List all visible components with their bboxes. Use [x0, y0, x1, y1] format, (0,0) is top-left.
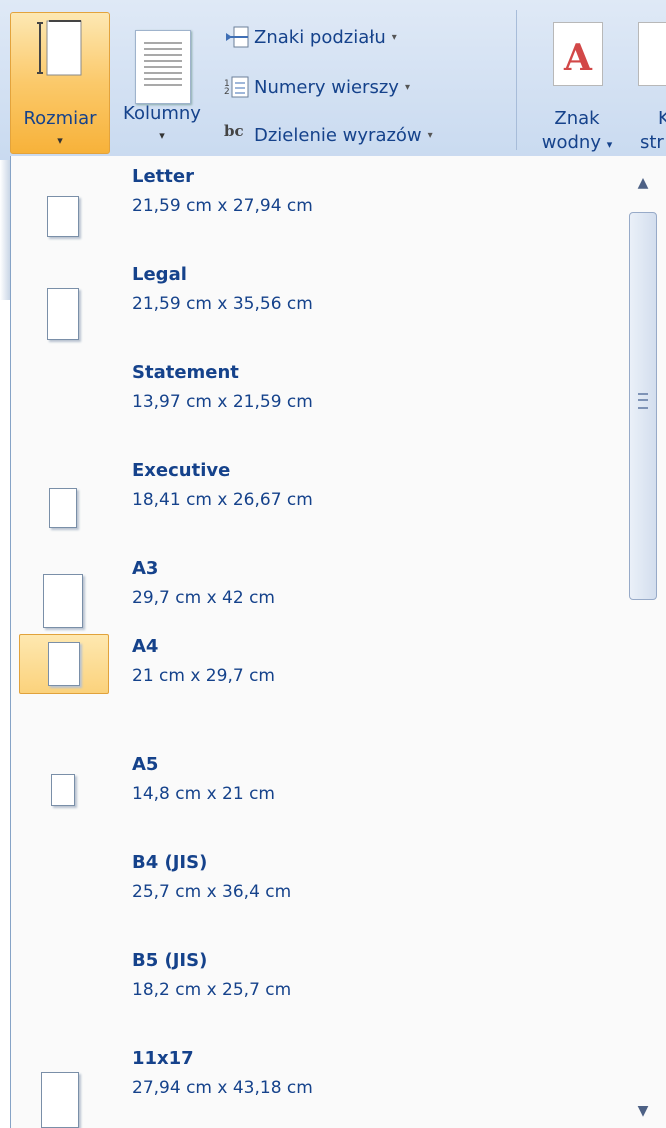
rozmiar-label: Rozmiar	[23, 108, 97, 129]
size-dimensions: 14,8 cm x 21 cm	[132, 784, 275, 804]
size-item-legal[interactable]: Legal 21,59 cm x 35,56 cm	[11, 254, 621, 342]
size-name: A4	[132, 636, 159, 657]
rozmiar-button[interactable]: Rozmiar ▾	[10, 12, 110, 154]
page-thumbnail-icon	[43, 574, 83, 628]
kolumny-button[interactable]: Kolumny ▾	[112, 8, 212, 158]
scrollbar-thumb[interactable]	[629, 212, 657, 600]
scroll-down-button[interactable]: ▼	[623, 1096, 663, 1126]
size-name: Legal	[132, 264, 187, 285]
size-name: 11x17	[132, 1048, 194, 1069]
page-color-icon	[638, 22, 666, 86]
size-dimensions: 25,7 cm x 36,4 cm	[132, 882, 292, 902]
size-dimensions: 13,97 cm x 21,59 cm	[132, 392, 313, 412]
size-item-b4-jis[interactable]: B4 (JIS) 25,7 cm x 36,4 cm	[11, 842, 621, 930]
size-item-statement[interactable]: Statement 13,97 cm x 21,59 cm	[11, 352, 621, 440]
size-item-11x17[interactable]: 11x17 27,94 cm x 43,18 cm	[11, 1038, 621, 1128]
size-name: Letter	[132, 166, 194, 187]
vertical-scrollbar[interactable]: ▲ ▼	[623, 168, 663, 1119]
chevron-down-icon: ▾	[391, 31, 397, 43]
page-thumbnail-icon	[47, 288, 79, 340]
chevron-down-icon: ▾	[404, 81, 410, 93]
page-size-dropdown: Letter 21,59 cm x 27,94 cm Legal 21,59 c…	[10, 156, 666, 1128]
znaki-podzialu-label: Znaki podziału	[254, 26, 386, 48]
numery-wierszy-button[interactable]: 1 2 Numery wierszy ▾	[224, 70, 410, 104]
size-dimensions: 27,94 cm x 43,18 cm	[132, 1078, 313, 1098]
columns-icon	[135, 30, 191, 104]
page-thumbnail-icon	[49, 488, 77, 528]
size-item-a5[interactable]: A5 14,8 cm x 21 cm	[11, 744, 621, 832]
kolor-strony-label-line2: str	[640, 132, 664, 153]
znak-wodny-label-line2: wodny ▾	[541, 132, 613, 153]
znak-wodny-button[interactable]: A Znak wodny ▾	[528, 8, 626, 158]
size-dimensions: 21 cm x 29,7 cm	[132, 666, 275, 686]
numery-wierszy-label: Numery wierszy	[254, 76, 399, 98]
ribbon-separator	[516, 10, 517, 150]
size-name: B5 (JIS)	[132, 950, 208, 971]
dzielenie-wyrazow-button[interactable]: bc Dzielenie wyrazów ▾	[224, 118, 433, 152]
page-thumbnail-icon	[51, 774, 75, 806]
size-dimensions: 29,7 cm x 42 cm	[132, 588, 275, 608]
size-item-letter[interactable]: Letter 21,59 cm x 27,94 cm	[11, 156, 621, 244]
kolor-strony-button[interactable]: K str	[632, 8, 666, 158]
dzielenie-wyrazow-label: Dzielenie wyrazów	[254, 124, 422, 146]
size-dimensions: 18,41 cm x 26,67 cm	[132, 490, 313, 510]
breaks-icon	[226, 26, 249, 48]
size-name: B4 (JIS)	[132, 852, 208, 873]
document-edge	[0, 160, 10, 300]
znaki-podzialu-button[interactable]: Znaki podziału ▾	[224, 20, 397, 54]
size-name: Statement	[132, 362, 239, 383]
size-dimensions: 21,59 cm x 27,94 cm	[132, 196, 313, 216]
kolumny-label: Kolumny	[123, 103, 201, 124]
page-thumbnail-icon	[47, 196, 79, 237]
page-thumbnail-icon	[48, 642, 80, 686]
page-thumbnail-icon	[41, 1072, 79, 1128]
chevron-down-icon: ▾	[57, 134, 63, 147]
size-item-executive[interactable]: Executive 18,41 cm x 26,67 cm	[11, 450, 621, 538]
size-name: A3	[132, 558, 159, 579]
size-item-a4[interactable]: A4 21 cm x 29,7 cm	[11, 626, 621, 714]
size-dimensions: 18,2 cm x 25,7 cm	[132, 980, 292, 1000]
page-size-icon	[37, 19, 83, 77]
kolor-strony-label-line1: K	[658, 108, 666, 129]
hyphenation-icon: bc	[224, 122, 244, 140]
size-dimensions: 21,59 cm x 35,56 cm	[132, 294, 313, 314]
size-name: Executive	[132, 460, 231, 481]
chevron-down-icon: ▾	[159, 129, 165, 142]
svg-text:2: 2	[224, 87, 230, 97]
watermark-icon: A	[553, 22, 603, 86]
chevron-down-icon: ▾	[427, 129, 433, 141]
size-item-a3[interactable]: A3 29,7 cm x 42 cm	[11, 548, 621, 636]
ribbon: Rozmiar ▾ Kolumny ▾ Znaki podziału ▾ 1 2…	[0, 0, 666, 160]
znak-wodny-label-line1: Znak	[554, 108, 600, 129]
size-item-b5-jis[interactable]: B5 (JIS) 18,2 cm x 25,7 cm	[11, 940, 621, 1028]
size-name: A5	[132, 754, 159, 775]
line-numbers-icon: 1 2	[224, 76, 249, 98]
grip-icon	[638, 393, 648, 409]
scroll-up-button[interactable]: ▲	[623, 168, 663, 198]
